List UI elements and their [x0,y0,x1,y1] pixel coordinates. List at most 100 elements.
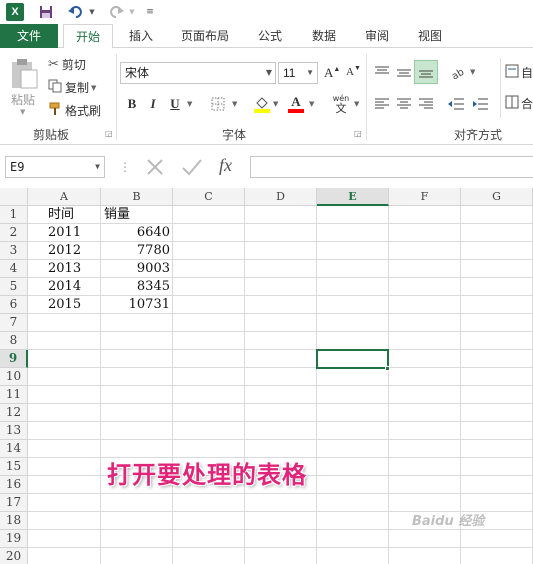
align-bottom-icon[interactable] [414,60,438,84]
redo-icon[interactable] [106,2,126,22]
row-header-16[interactable]: 16 [0,476,28,494]
tab-insert[interactable]: 插入 [120,24,162,48]
merge-center-button[interactable]: 合 [505,95,533,112]
row-header-7[interactable]: 7 [0,314,28,332]
tab-view[interactable]: 视图 [408,24,452,48]
row-header-14[interactable]: 14 [0,440,28,458]
cell-A4[interactable]: 2013 [45,260,84,278]
increase-indent-icon[interactable] [470,94,490,114]
font-color-dropdown-icon[interactable]: ▼ [309,100,314,108]
align-middle-icon[interactable] [394,62,414,82]
cell-B6[interactable]: 10731 [101,296,173,314]
name-box[interactable]: E9 ▼ [5,156,105,178]
fill-color-icon[interactable] [252,94,272,114]
cell-B4[interactable]: 9003 [101,260,173,278]
grow-font-button[interactable]: A ▲ [324,65,340,81]
fill-handle[interactable] [385,366,390,371]
paste-label[interactable]: 粘贴 [11,91,35,108]
row-header-20[interactable]: 20 [0,548,28,564]
font-dialog-launcher-icon[interactable]: ◲ [354,129,362,138]
insert-function-button[interactable]: fx [219,155,232,176]
tab-formulas[interactable]: 公式 [248,24,292,48]
align-left-icon[interactable] [372,94,392,114]
active-cell-E9[interactable] [316,349,389,369]
paste-dropdown-icon[interactable]: ▼ [20,108,25,116]
row-header-10[interactable]: 10 [0,368,28,386]
copy-dropdown-icon[interactable]: ▼ [91,84,96,92]
row-header-15[interactable]: 15 [0,458,28,476]
row-header-2[interactable]: 2 [0,224,28,242]
undo-icon[interactable] [66,2,86,22]
align-right-icon[interactable] [416,94,436,114]
orientation-dropdown-icon[interactable]: ▼ [470,68,475,76]
font-color-button[interactable]: A [286,94,306,114]
row-header-3[interactable]: 3 [0,242,28,260]
tab-page-layout[interactable]: 页面布局 [172,24,238,48]
row-header-18[interactable]: 18 [0,512,28,530]
align-top-icon[interactable] [372,62,392,82]
copy-button[interactable]: 复制 ▼ [48,79,96,96]
column-header-G[interactable]: G [461,188,533,206]
row-header-5[interactable]: 5 [0,278,28,296]
formula-input[interactable] [250,156,533,178]
row-header-12[interactable]: 12 [0,404,28,422]
cell-A5[interactable]: 2014 [45,278,84,296]
font-size-combo[interactable]: 11 ▼ [278,62,318,84]
decrease-indent-icon[interactable] [446,94,466,114]
cell-B5[interactable]: 8345 [101,278,173,296]
cell-A2[interactable]: 2011 [45,224,84,242]
row-header-8[interactable]: 8 [0,332,28,350]
cell-A6[interactable]: 2015 [45,296,84,314]
cell-B2[interactable]: 6640 [101,224,173,242]
enter-check-icon[interactable] [181,157,203,180]
cell-A1[interactable]: 时间 [45,206,77,224]
cell-B3[interactable]: 7780 [101,242,173,260]
worksheet-grid[interactable]: ABCDEFG 1 2 3 4 5 6 7 8 9 10 11 12 13 14 15 16 17 18 19 20 … [0,188,533,564]
column-header-C[interactable]: C [173,188,245,206]
row-header-19[interactable]: 19 [0,530,28,548]
tab-home[interactable]: 开始 [63,24,113,49]
row-header-11[interactable]: 11 [0,386,28,404]
italic-button[interactable]: I [143,94,163,114]
wrap-text-button[interactable]: 自 [505,64,533,81]
redo-dropdown-icon[interactable]: ▼ [128,2,136,22]
borders-dropdown-icon[interactable]: ▼ [232,100,237,108]
bold-button[interactable]: B [122,94,142,114]
orientation-icon[interactable]: ab [448,62,470,82]
name-box-dropdown-icon[interactable]: ▼ [95,157,100,177]
save-icon[interactable] [36,2,56,22]
paste-icon[interactable] [6,56,42,92]
tab-data[interactable]: 数据 [302,24,346,48]
undo-dropdown-icon[interactable]: ▼ [88,2,96,22]
phonetic-dropdown-icon[interactable]: ▼ [354,100,359,108]
row-header-13[interactable]: 13 [0,422,28,440]
cell-B1[interactable]: 销量 [101,206,133,224]
font-size-dropdown-icon[interactable]: ▼ [306,63,314,83]
column-header-D[interactable]: D [245,188,317,206]
clipboard-dialog-launcher-icon[interactable]: ◲ [105,129,113,138]
tab-review[interactable]: 审阅 [356,24,398,48]
align-center-icon[interactable] [394,94,414,114]
row-header-17[interactable]: 17 [0,494,28,512]
row-header-6[interactable]: 6 [0,296,28,314]
column-header-A[interactable]: A [28,188,101,206]
font-name-combo[interactable]: 宋体 ▼ [120,62,276,84]
column-header-E[interactable]: E [317,188,389,206]
cell-A3[interactable]: 2012 [45,242,84,260]
row-header-9[interactable]: 9 [0,350,28,368]
font-name-dropdown-icon[interactable]: ▼ [266,63,272,83]
shrink-font-button[interactable]: A ▼ [346,64,361,78]
row-header-4[interactable]: 4 [0,260,28,278]
column-header-B[interactable]: B [101,188,173,206]
tab-file[interactable]: 文件 [0,24,58,48]
select-all-corner[interactable] [0,188,28,206]
underline-button[interactable]: U [165,94,185,114]
customize-qat-icon[interactable]: ≡ [144,2,156,22]
column-header-F[interactable]: F [389,188,461,206]
cut-button[interactable]: ✂ 剪切 [48,56,86,73]
format-painter-button[interactable]: 格式刷 [48,102,101,119]
phonetic-guide-button[interactable]: wén 文 [328,94,354,114]
cancel-icon[interactable] [145,157,165,180]
underline-dropdown-icon[interactable]: ▼ [187,100,192,108]
borders-icon[interactable] [208,94,228,114]
